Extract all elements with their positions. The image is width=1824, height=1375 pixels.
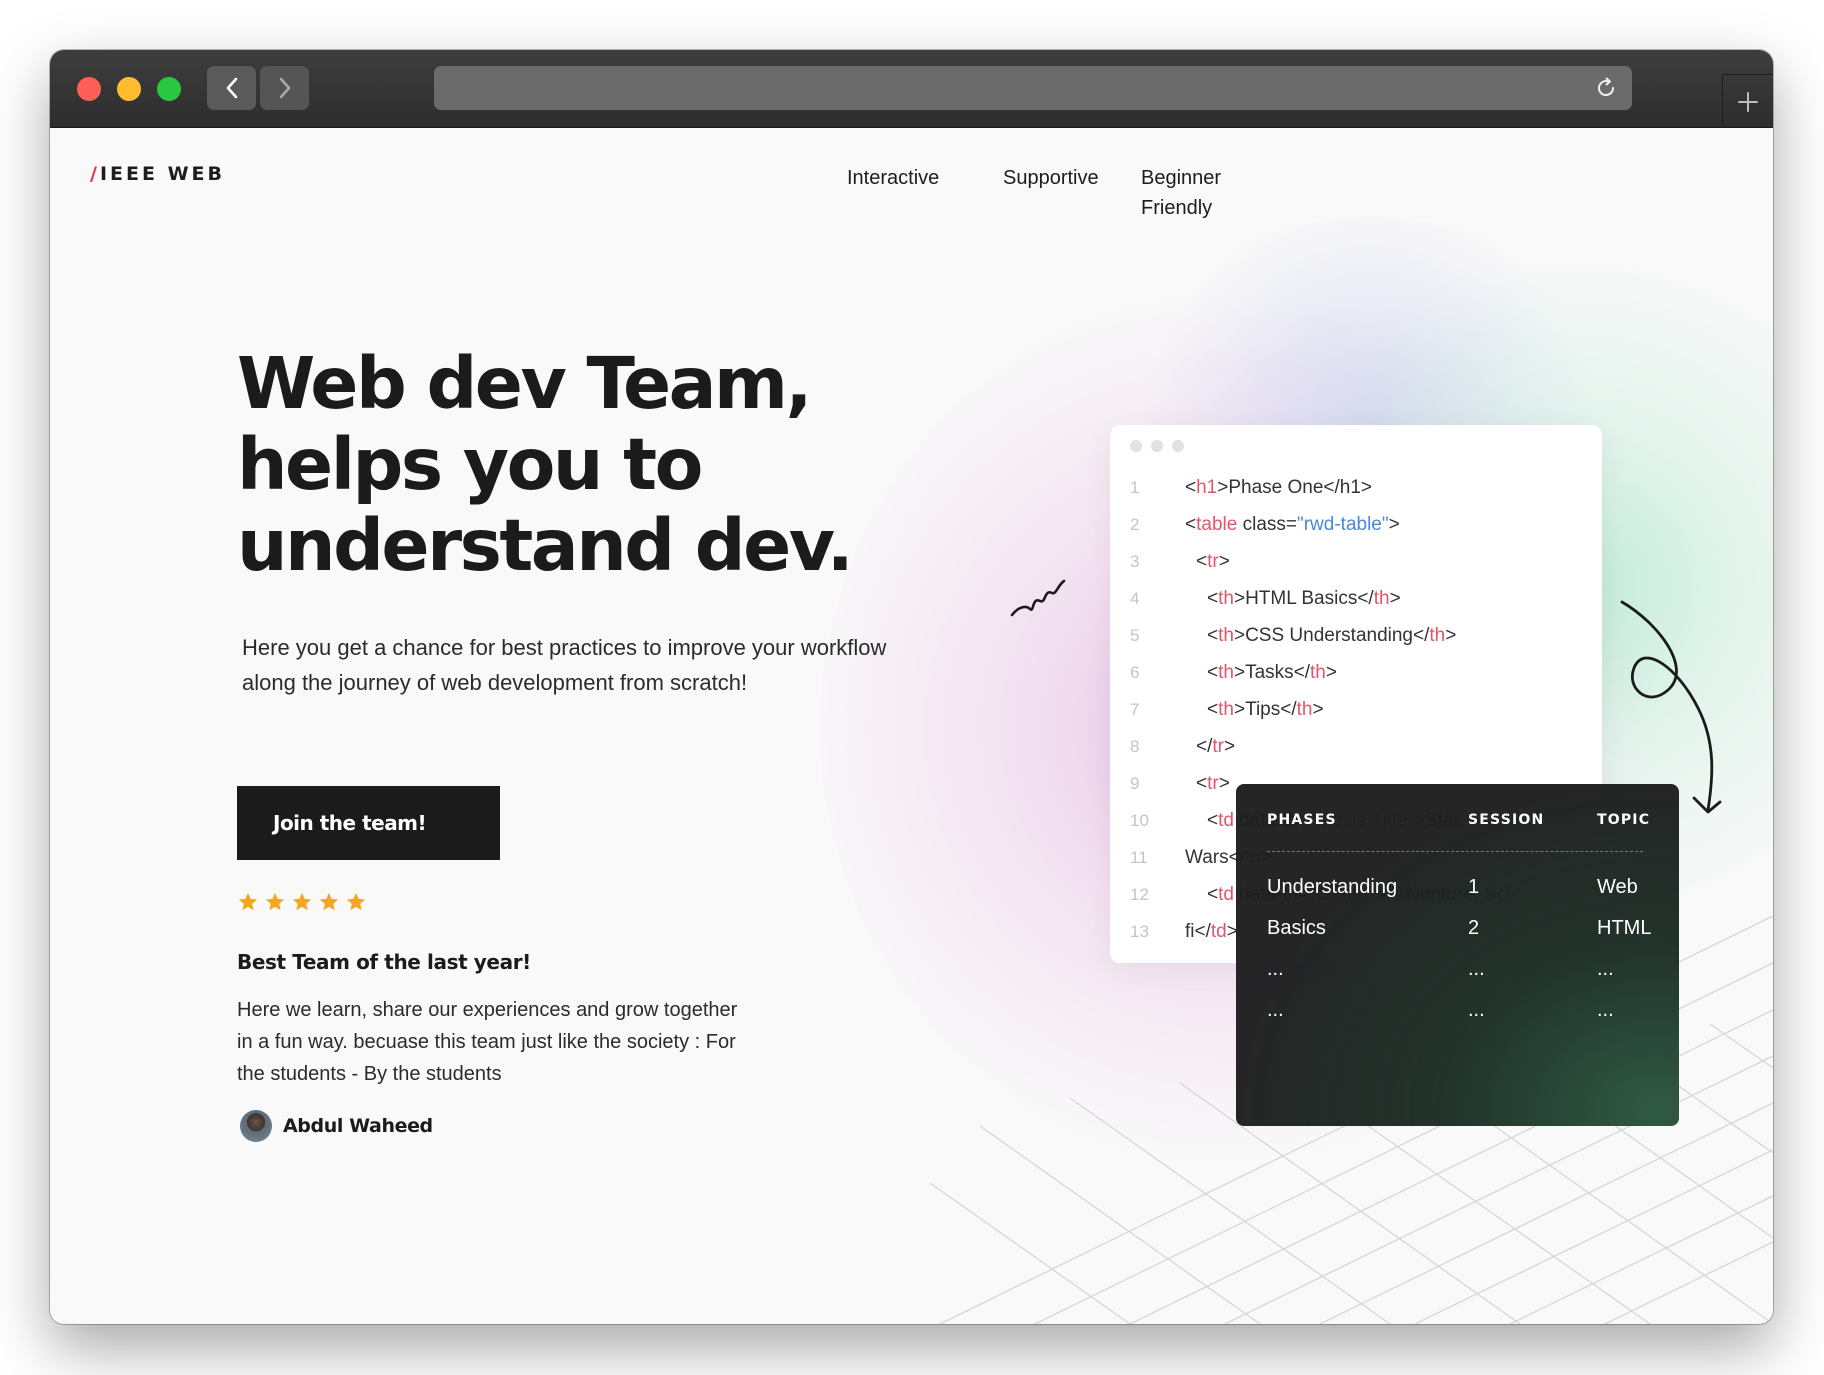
code-line: 4 <th>HTML Basics</th> <box>1110 580 1602 617</box>
code-line: 2 <table class="rwd-table"> <box>1110 506 1602 543</box>
hero-title: Web dev Team, helps you to understand de… <box>237 342 854 587</box>
line-number: 5 <box>1130 626 1140 645</box>
window-dots <box>1130 440 1184 452</box>
code-line: 3 <tr> <box>1110 543 1602 580</box>
testimonial-body: Here we learn, share our experiences and… <box>237 999 738 1085</box>
code-line: 5 <th>CSS Understanding</th> <box>1110 617 1602 654</box>
line-number: 7 <box>1130 700 1140 719</box>
code-line: 1 <h1>Phase One</h1> <box>1110 469 1602 506</box>
hero-subtitle: Here you get a chance for best practices… <box>242 635 887 695</box>
table-header-phases: PHASES <box>1267 812 1337 828</box>
table-divider <box>1267 851 1643 852</box>
table-cell: ... <box>1267 999 1284 1021</box>
forward-button[interactable] <box>260 66 309 110</box>
code-line: 6 <th>Tasks</th> <box>1110 654 1602 691</box>
nav-link-supportive[interactable]: Supportive <box>1003 163 1099 193</box>
line-number: 10 <box>1130 811 1149 830</box>
author-name: Abdul Waheed <box>283 1115 433 1137</box>
line-number: 8 <box>1130 737 1140 756</box>
star-icon <box>346 892 366 911</box>
code-text: <tr> <box>1196 773 1230 794</box>
testimonial-title: Best Team of the last year! <box>237 950 531 974</box>
line-number: 9 <box>1130 774 1140 793</box>
line-number: 2 <box>1130 515 1140 534</box>
table-cell: ... <box>1597 999 1614 1021</box>
plus-icon <box>1738 91 1758 112</box>
logo-text: IEEE WEB <box>99 163 225 185</box>
star-icon <box>319 892 339 911</box>
loop-arrow-doodle <box>1620 600 1722 814</box>
site-logo[interactable]: /IEEE WEB <box>90 163 225 185</box>
reload-icon[interactable] <box>1594 76 1618 100</box>
code-text: <tr> <box>1196 551 1230 572</box>
code-text: <table class="rwd-table"> <box>1185 514 1400 535</box>
star-icon <box>238 892 258 911</box>
code-text: <th>Tasks</th> <box>1207 662 1337 683</box>
rating-stars <box>237 891 367 913</box>
code-text: fi</td> <box>1185 921 1238 942</box>
web-page: /IEEE WEB Interactive Supportive Beginne… <box>50 128 1773 1324</box>
code-text: <th>Tips</th> <box>1207 699 1324 720</box>
phases-table-card: PHASES SESSION TOPIC Understanding 1 Web… <box>1236 784 1679 1126</box>
address-bar[interactable] <box>434 66 1632 110</box>
table-cell: ... <box>1468 958 1485 980</box>
code-text: <th>CSS Understanding</th> <box>1207 625 1457 646</box>
back-arrow-icon <box>226 77 237 99</box>
logo-slash: / <box>90 163 100 185</box>
code-text: </tr> <box>1196 736 1236 757</box>
nav-link-beginner-friendly[interactable]: Beginner Friendly <box>1141 163 1251 223</box>
back-button[interactable] <box>207 66 256 110</box>
minimize-window-button[interactable] <box>117 77 141 101</box>
browser-toolbar <box>50 50 1773 128</box>
table-cell: 1 <box>1468 876 1480 898</box>
table-cell: 2 <box>1468 917 1480 939</box>
star-icon <box>292 892 312 911</box>
code-text: <h1>Phase One</h1> <box>1185 477 1373 498</box>
line-number: 4 <box>1130 589 1140 608</box>
code-line: 8 </tr> <box>1110 728 1602 765</box>
join-team-button[interactable]: Join the team! <box>237 786 500 860</box>
table-cell: Understanding <box>1267 876 1398 898</box>
line-number: 12 <box>1130 885 1149 904</box>
nav-link-interactive[interactable]: Interactive <box>847 163 939 193</box>
table-cell: ... <box>1597 958 1614 980</box>
squiggle-doodle <box>1010 579 1066 617</box>
line-number: 6 <box>1130 663 1140 682</box>
table-cell: HTML <box>1597 917 1652 939</box>
code-text: <th>HTML Basics</th> <box>1207 588 1401 609</box>
new-tab-button[interactable] <box>1722 74 1773 128</box>
browser-window: /IEEE WEB Interactive Supportive Beginne… <box>50 50 1773 1324</box>
table-header-session: SESSION <box>1468 812 1545 828</box>
maximize-window-button[interactable] <box>157 77 181 101</box>
line-number: 13 <box>1130 922 1149 941</box>
testimonial-author: Abdul Waheed <box>240 1110 433 1142</box>
line-number: 3 <box>1130 552 1140 571</box>
star-icon <box>265 892 285 911</box>
table-cell: Web <box>1597 876 1638 898</box>
line-number: 11 <box>1130 848 1148 867</box>
close-window-button[interactable] <box>77 77 101 101</box>
table-cell: ... <box>1468 999 1485 1021</box>
table-cell: ... <box>1267 958 1284 980</box>
avatar <box>240 1110 272 1142</box>
forward-arrow-icon <box>279 77 290 99</box>
code-line: 7 <th>Tips</th> <box>1110 691 1602 728</box>
line-number: 1 <box>1130 478 1140 497</box>
table-cell: Basics <box>1267 917 1326 939</box>
